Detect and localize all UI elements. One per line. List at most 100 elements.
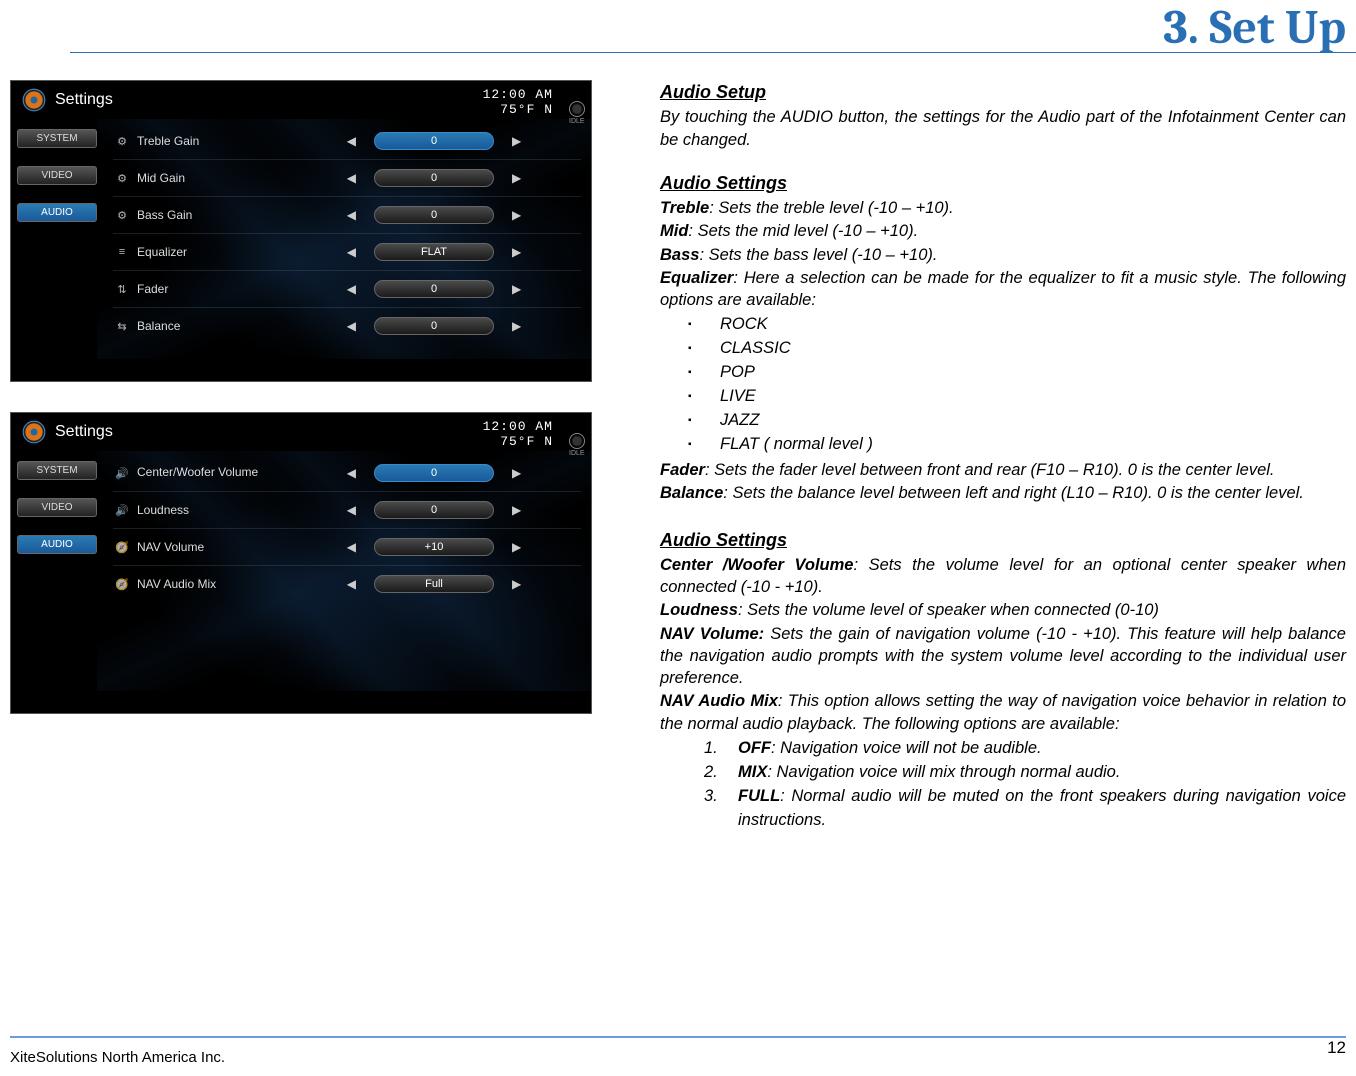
- value-pill[interactable]: 0: [374, 132, 494, 150]
- arrow-left-icon[interactable]: ◀: [347, 466, 356, 480]
- list-text: : Navigation voice will not be audible.: [771, 739, 1042, 757]
- list-item: 1. OFF: Navigation voice will not be audi…: [660, 737, 1346, 761]
- sliders-icon: ⚙: [113, 172, 131, 185]
- screenshot-title: Settings: [55, 91, 113, 109]
- settings-tabs: SYSTEM VIDEO AUDIO: [11, 451, 97, 691]
- paragraph: By touching the AUDIO button, the settin…: [660, 106, 1346, 151]
- arrow-right-icon[interactable]: ▶: [512, 540, 521, 554]
- value-pill[interactable]: 0: [374, 169, 494, 187]
- value-pill[interactable]: 0: [374, 464, 494, 482]
- speaker-icon: 🔊: [113, 504, 131, 517]
- row-label: Loudness: [131, 503, 287, 517]
- temperature: 75°F N: [483, 434, 553, 449]
- arrow-left-icon[interactable]: ◀: [347, 282, 356, 296]
- list-item: POP: [660, 361, 1346, 385]
- screenshot-title: Settings: [55, 423, 113, 441]
- settings-row: ⚙Treble Gain◀0▶: [113, 123, 581, 160]
- list-bold: MIX: [738, 763, 767, 781]
- gear-icon: [21, 87, 47, 113]
- settings-row: 🔊Center/Woofer Volume◀0▶: [113, 455, 581, 492]
- screenshots-column: Settings 12:00 AM 75°F N IDLE SYSTEM VID…: [10, 80, 610, 744]
- arrow-right-icon[interactable]: ▶: [512, 466, 521, 480]
- arrow-left-icon[interactable]: ◀: [347, 577, 356, 591]
- equalizer-icon: ≡: [113, 246, 131, 258]
- row-label: Bass Gain: [131, 208, 287, 222]
- footer-company: XiteSolutions North America Inc.: [10, 1049, 225, 1066]
- temperature: 75°F N: [483, 102, 553, 117]
- row-control: ◀ 0 ▶: [287, 501, 581, 519]
- def-nav-audio-mix: NAV Audio Mix: This option allows settin…: [660, 690, 1346, 735]
- arrow-right-icon[interactable]: ▶: [512, 577, 521, 591]
- value-pill[interactable]: 0: [374, 280, 494, 298]
- value-pill[interactable]: 0: [374, 317, 494, 335]
- list-bold: FULL: [738, 787, 780, 805]
- settings-rows: 🔊Center/Woofer Volume◀0▶🔊Loudness◀0▶🧭NAV…: [97, 451, 591, 691]
- chapter-title: 3. Set Up: [1163, 0, 1346, 55]
- def-bass: Bass: Sets the bass level (-10 – +10).: [660, 244, 1346, 266]
- row-label: Treble Gain: [131, 134, 287, 148]
- row-label: NAV Audio Mix: [131, 577, 287, 591]
- value-pill[interactable]: Full: [374, 575, 494, 593]
- list-number: 3.: [704, 785, 718, 809]
- value-pill[interactable]: FLAT: [374, 243, 494, 261]
- heading-audio-settings-2: Audio Settings: [660, 528, 1346, 552]
- def-equalizer: Equalizer: Here a selection can be made …: [660, 267, 1346, 312]
- tab-audio[interactable]: AUDIO: [17, 535, 97, 554]
- arrow-right-icon[interactable]: ▶: [512, 503, 521, 517]
- arrow-left-icon[interactable]: ◀: [347, 540, 356, 554]
- arrow-left-icon[interactable]: ◀: [347, 319, 356, 333]
- settings-row: ⚙Mid Gain ◀ 0 ▶: [113, 160, 581, 197]
- settings-rows: ⚙Treble Gain◀0▶⚙Mid Gain◀0▶⚙Bass Gain◀0▶…: [97, 119, 591, 359]
- arrow-left-icon[interactable]: ◀: [347, 134, 356, 148]
- list-item: 2. MIX: Navigation voice will mix through…: [660, 761, 1346, 785]
- def-fader: Fader: Sets the fader level between fron…: [660, 459, 1346, 481]
- list-text: : Navigation voice will mix through norm…: [767, 763, 1120, 781]
- tab-audio[interactable]: AUDIO: [17, 203, 97, 222]
- def-center-woofer: Center /Woofer Volume: Sets the volume l…: [660, 554, 1346, 599]
- screenshot-audio-2: Settings 12:00 AM 75°F N IDLE SYSTEM VID…: [10, 412, 592, 714]
- list-number: 1.: [704, 737, 718, 761]
- row-label: Mid Gain: [131, 171, 287, 185]
- tab-system[interactable]: SYSTEM: [17, 461, 97, 480]
- tab-system[interactable]: SYSTEM: [17, 129, 97, 148]
- row-label: NAV Volume: [131, 540, 287, 554]
- value-pill[interactable]: 0: [374, 206, 494, 224]
- arrow-right-icon[interactable]: ▶: [512, 171, 521, 185]
- arrow-right-icon[interactable]: ▶: [512, 134, 521, 148]
- row-label: Center/Woofer Volume: [131, 466, 287, 479]
- arrow-right-icon[interactable]: ▶: [512, 245, 521, 259]
- clock: 12:00 AM: [483, 87, 553, 102]
- arrow-left-icon[interactable]: ◀: [347, 171, 356, 185]
- status-clock-temp: 12:00 AM 75°F N: [483, 87, 553, 117]
- arrow-right-icon[interactable]: ▶: [512, 208, 521, 222]
- list-text: : Normal audio will be muted on the fron…: [738, 787, 1346, 829]
- settings-tabs: SYSTEM VIDEO AUDIO: [11, 119, 97, 359]
- list-item: ROCK: [660, 313, 1346, 337]
- list-number: 2.: [704, 761, 718, 785]
- screenshot-audio-1: Settings 12:00 AM 75°F N IDLE SYSTEM VID…: [10, 80, 592, 382]
- text-column: Audio Setup By touching the AUDIO button…: [660, 80, 1346, 833]
- status-clock-temp: 12:00 AM 75°F N: [483, 419, 553, 449]
- arrow-left-icon[interactable]: ◀: [347, 208, 356, 222]
- list-bold: OFF: [738, 739, 771, 757]
- tab-video[interactable]: VIDEO: [17, 498, 97, 517]
- value-pill[interactable]: 0: [374, 501, 494, 519]
- equalizer-options-list: ROCKCLASSICPOPLIVEJAZZFLAT ( normal leve…: [660, 313, 1346, 457]
- settings-row: 🧭NAV Audio Mix◀Full▶: [113, 566, 581, 602]
- settings-row: 🔊Loudness ◀ 0 ▶: [113, 492, 581, 529]
- list-item: 3. FULL: Normal audio will be muted on th…: [660, 785, 1346, 833]
- settings-row: ⚙Bass Gain ◀ 0 ▶: [113, 197, 581, 234]
- heading-audio-setup: Audio Setup: [660, 80, 1346, 104]
- value-pill[interactable]: +10: [374, 538, 494, 556]
- arrow-right-icon[interactable]: ▶: [512, 282, 521, 296]
- row-control: ◀ 0 ▶: [287, 169, 581, 187]
- tab-video[interactable]: VIDEO: [17, 166, 97, 185]
- sliders-icon: ⚙: [113, 209, 131, 222]
- arrow-right-icon[interactable]: ▶: [512, 319, 521, 333]
- row-control: ◀ 0 ▶: [287, 132, 581, 150]
- list-item: FLAT ( normal level ): [660, 433, 1346, 457]
- arrow-left-icon[interactable]: ◀: [347, 245, 356, 259]
- settings-row: 🧭NAV Volume◀+10▶: [113, 529, 581, 566]
- balance-icon: ⇆: [113, 320, 131, 333]
- arrow-left-icon[interactable]: ◀: [347, 503, 356, 517]
